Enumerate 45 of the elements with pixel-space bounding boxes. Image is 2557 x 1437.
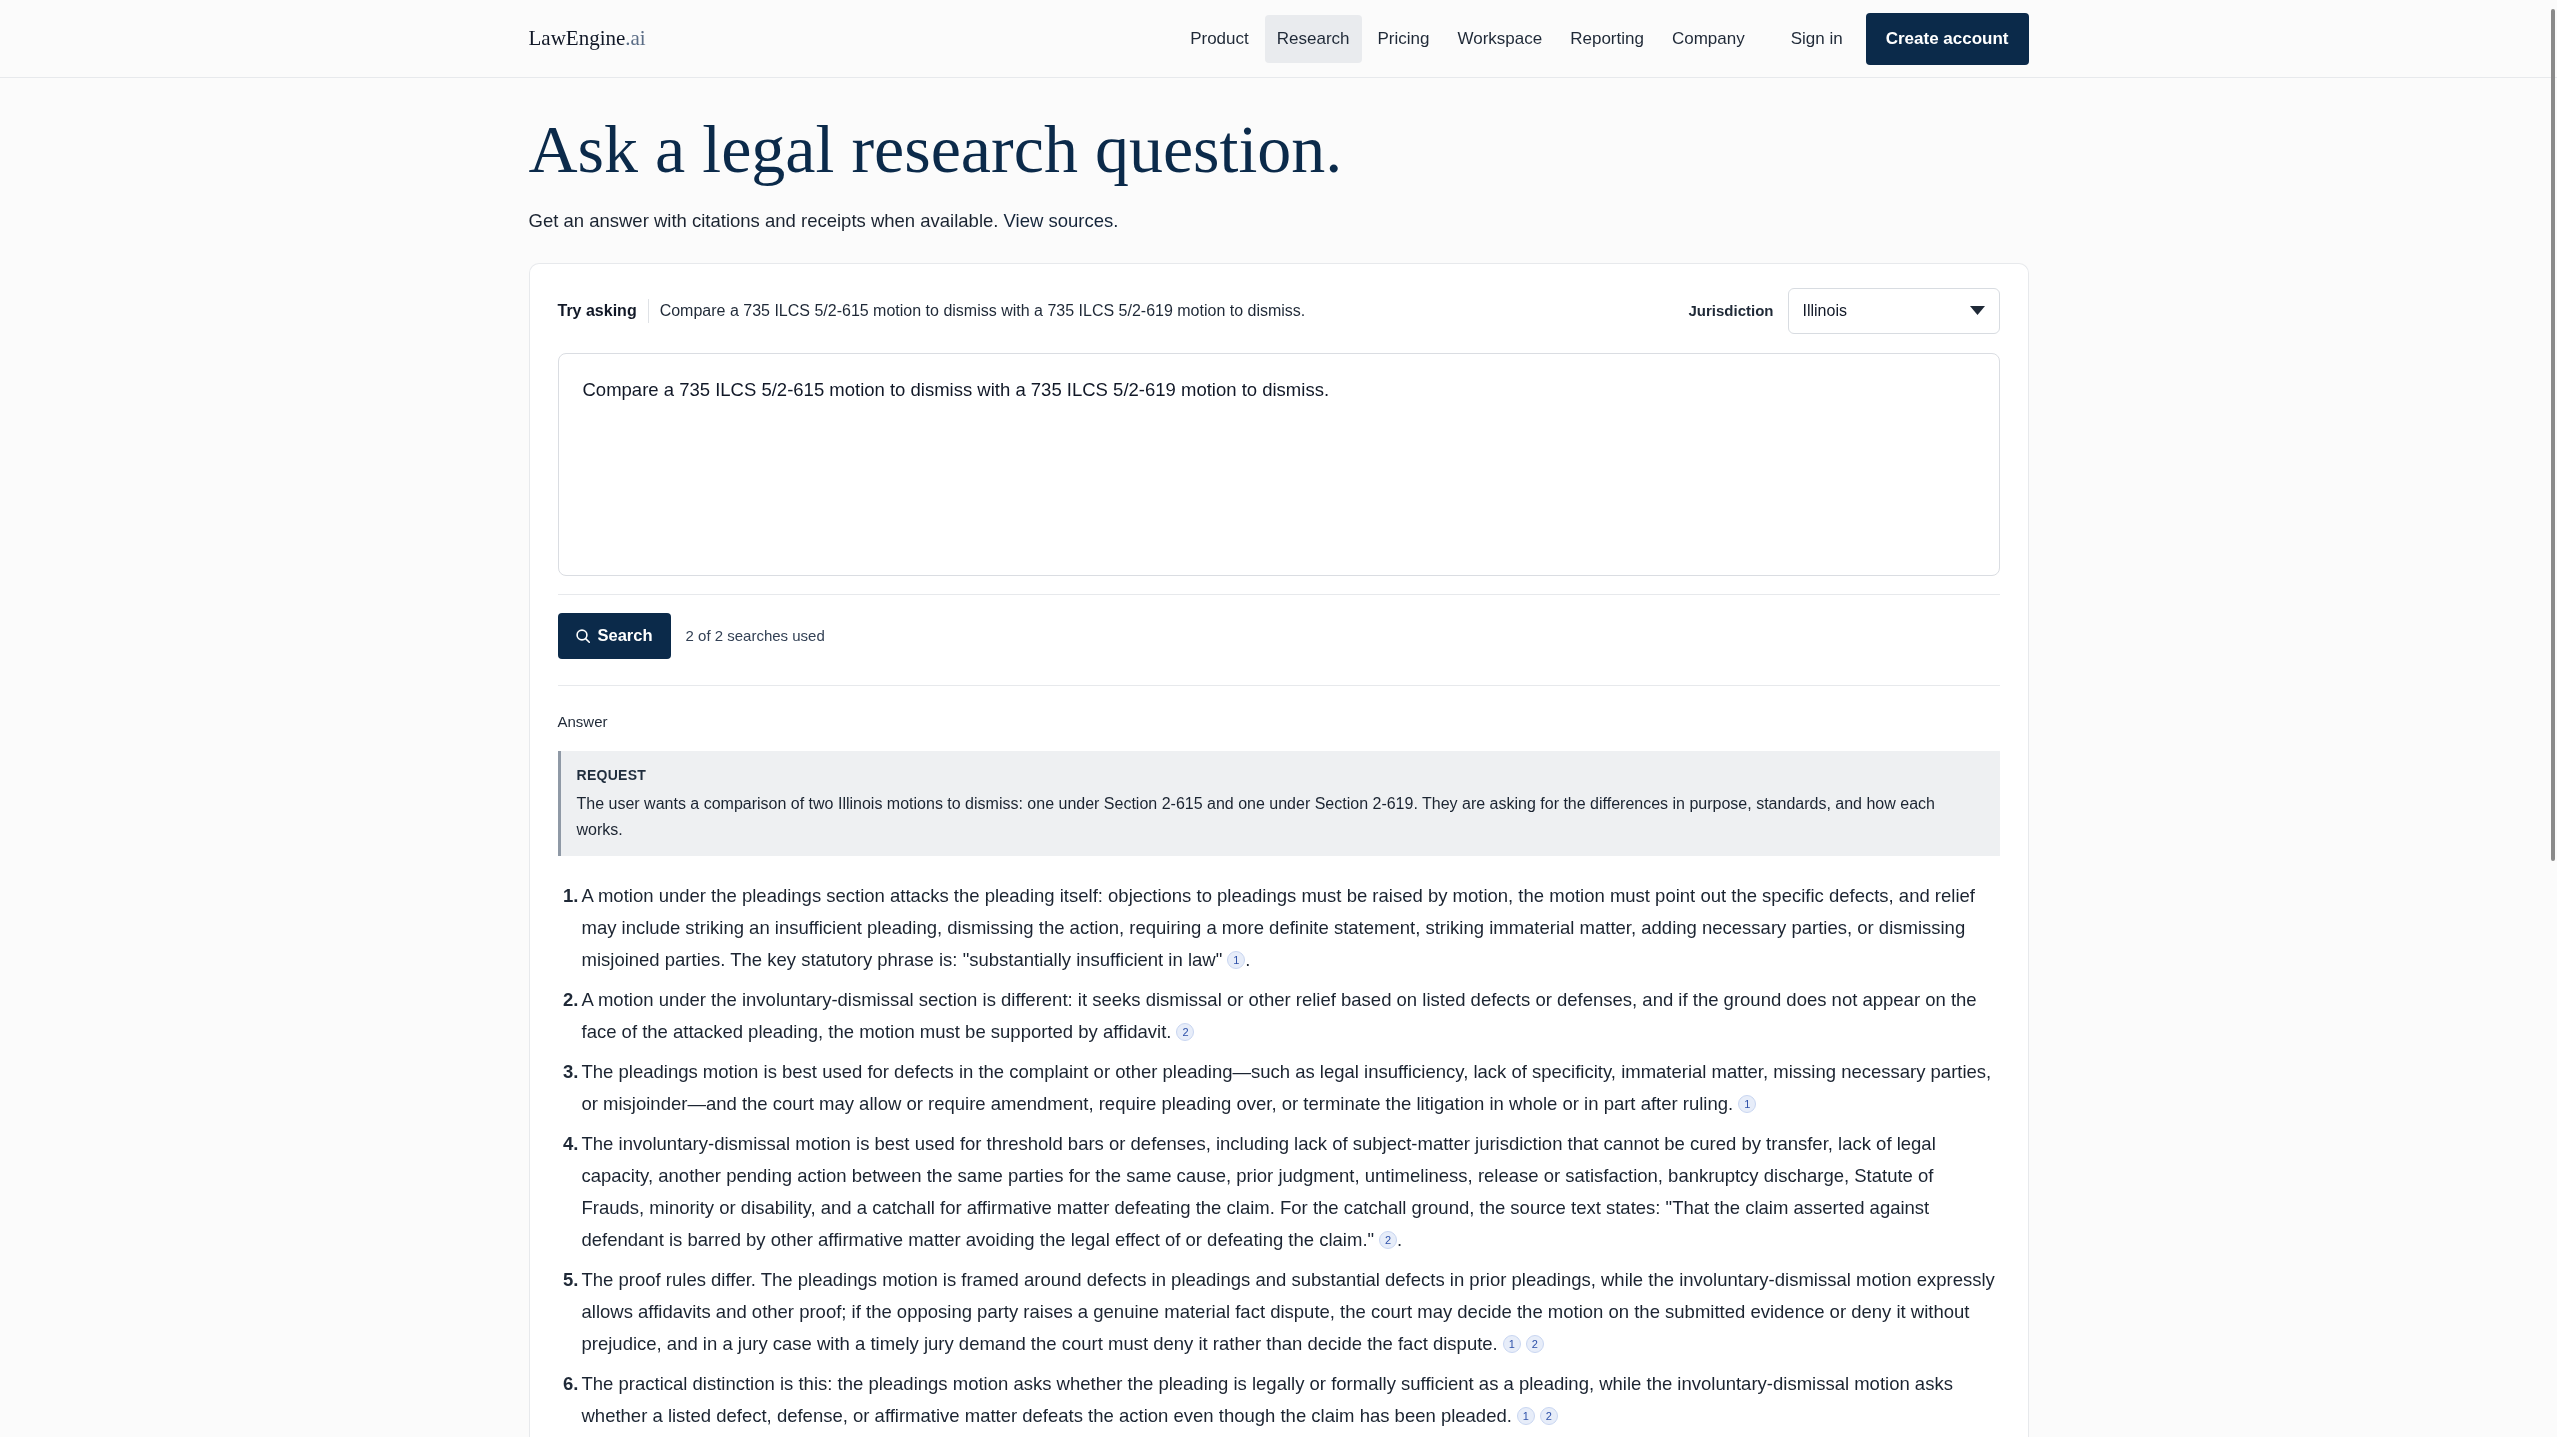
citation-link[interactable]: 1: [1502, 1335, 1521, 1354]
jurisdiction-select[interactable]: Illinois: [1787, 287, 2000, 334]
citation-link[interactable]: 2: [1379, 1231, 1398, 1250]
search-usage-text: 2 of 2 searches used: [685, 625, 825, 646]
jurisdiction-label: Jurisdiction: [1688, 300, 1774, 321]
citation-link[interactable]: 2: [1539, 1407, 1558, 1426]
scrollbar-thumb[interactable]: [2551, 9, 2555, 861]
caret-icon: [1969, 306, 1985, 316]
search-button[interactable]: Search: [557, 612, 671, 659]
nav-link[interactable]: Workspace: [1445, 14, 1555, 63]
request-text: The user wants a comparison of two Illinois motions to dismiss: one under Section 2-615 and one under Section 2-619. They are asking for the differences in purpose, standards, and how each works.: [576, 793, 1936, 840]
answer-text: The proof rules differ. The pleadings motion is framed around defects in pleadings and substantial defects in prior pleadings, while the involuntary-dismissal motion expressly allows affidavits and other proof; if the opposing party raises a genuine material fact dispute, the court may decide the motion on the submitted evidence or deny it without prejudice, and in a jury case with a timely jury demand the court must deny it rather than decide the fact dispute. 1 2: [581, 1267, 1996, 1356]
request-heading: REQUEST: [576, 765, 648, 785]
citation-link[interactable]: 1: [1227, 951, 1246, 970]
citation-link[interactable]: 1: [1516, 1407, 1535, 1426]
answer-text: The practical distinction is this: the pleadings motion asks whether the pleading is legally or formally sufficient as a pleading, while the involuntary-dismissal motion asks whether a listed defect, defense, or affirmative matter defeats the action even though the claim has been pleaded. 1 2: [581, 1371, 1954, 1428]
nav-link[interactable]: Research: [1264, 14, 1362, 63]
answer-text: The pleadings motion is best used for defects in the complaint or other pleading—such as legal insufficiency, lack of specificity, immaterial matter, missing necessary parties, or misjoinder—and the court may allow or require amendment, require pleading over, or terminate the litigation in whole or in part after ruling. 1: [581, 1059, 1993, 1116]
try-asking-label: Try asking: [557, 298, 649, 323]
create-account-button[interactable]: Create account: [1865, 12, 2029, 65]
answer-text: A motion under the involuntary-dismissal section is different: it seeks dismissal or other relief based on listed defects or defenses, and if the ground does not appear on the face of the attacked pleading, the motion must be supported by affidavit. 2: [581, 987, 1978, 1044]
item-number: 1.: [562, 883, 580, 908]
question-field[interactable]: Compare a 735 ILCS 5/2-615 motion to dismiss with a 735 ILCS 5/2-619 motion to dismiss.: [557, 352, 2000, 576]
citation-link[interactable]: 2: [1176, 1023, 1195, 1042]
nav-link[interactable]: Company: [1659, 14, 1757, 63]
subtitle: Get an answer with citations and receipts when available. View sources.: [528, 208, 1120, 233]
view-sources-link[interactable]: View sources.: [1003, 209, 1119, 231]
item-number: 5.: [562, 1267, 580, 1292]
item-number: 3.: [562, 1059, 580, 1084]
item-number: 6.: [562, 1371, 580, 1396]
item-number: 4.: [562, 1131, 580, 1156]
answer-text: The involuntary-dismissal motion is best used for threshold bars or defenses, including lack of subject-matter jurisdiction that cannot be cured by transfer, lack of legal capacity, another pending action between the same parties for the same cause, prior judgment, untimeliness, release or satisfaction, bankruptcy discharge, Statute of Frauds, minority or disability, and a catchall for affirmative matter defeating the claim. For the catchall ground, the source text states: "That the claim asserted against defendant is barred by other affirmative matter avoiding the legal effect of or defeating the claim." 2 .: [581, 1131, 1937, 1252]
nav-link[interactable]: Reporting: [1558, 14, 1656, 63]
item-number: 2.: [562, 987, 580, 1012]
citation-link[interactable]: 1: [1738, 1095, 1757, 1114]
search-icon: [575, 628, 590, 643]
suggestion-link[interactable]: Compare a 735 ILCS 5/2-615 motion to dismiss with a 735 ILCS 5/2-619 motion to dismiss.: [659, 298, 1306, 323]
answer-text: A motion under the pleadings section attacks the pleading itself: objections to pleadings must be raised by motion, the motion must point out the specific defects, and relief may include striking an insufficient pleading, dismissing the action, requiring a more definite statement, striking immaterial matter, adding necessary parties, or dismissing misjoined parties. The key statutory phrase is: "substantially insufficient in law" 1 .: [581, 883, 1976, 972]
page-title: Ask a legal research question.: [528, 112, 1344, 187]
citation-link[interactable]: 2: [1525, 1335, 1544, 1354]
sign-in-link[interactable]: Sign in: [1790, 25, 1843, 52]
nav-link[interactable]: Product: [1178, 14, 1261, 63]
answer-label: Answer: [557, 711, 609, 732]
nav-link[interactable]: Pricing: [1365, 14, 1442, 63]
logo[interactable]: LawEngine.ai: [528, 22, 646, 55]
